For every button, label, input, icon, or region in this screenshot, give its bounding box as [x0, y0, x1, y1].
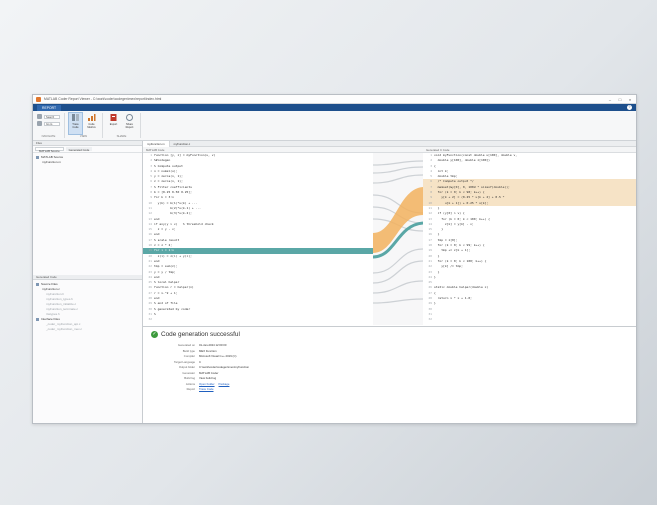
code-text: z(i) = z(i) + y(i);: [154, 253, 192, 258]
c-pane-title: Generated C Code: [426, 147, 450, 152]
app-icon: [36, 96, 41, 102]
matlab-code-pane[interactable]: 1 function [y, z] = myFunction(u, v) 2 %#co…: [143, 153, 373, 325]
share-icon: [125, 113, 134, 122]
trace-code-button[interactable]: Trace Code: [68, 112, 83, 135]
success-check-icon: ✓: [151, 331, 158, 338]
report-title: Code generation successful: [161, 331, 240, 338]
export-button[interactable]: Export: [107, 113, 120, 134]
help-icon[interactable]: ?: [627, 105, 632, 110]
code-text: u[k + 1]) + 0.25 * u[k];: [434, 200, 489, 205]
window-title: MATLAB Coder Report Viewer - C:\work\cod…: [44, 97, 162, 101]
report-key: Output folder: [178, 365, 195, 369]
goto-input[interactable]: Go to: [44, 121, 60, 126]
code-text: }: [434, 274, 436, 279]
code-text: % generated by coder: [154, 306, 191, 311]
tree-item-file[interactable]: _coder_myFunction_mex.c: [36, 327, 139, 332]
report-summary: ✓ Code generation successful Generated o…: [143, 326, 636, 423]
tab-generated-code[interactable]: Generated Code: [65, 147, 93, 152]
left-tab-strip: MATLAB Source Generated Code: [33, 146, 142, 153]
close-icon[interactable]: ×: [627, 97, 633, 102]
share-group: Export Share Report SHARE: [107, 113, 141, 138]
share-report-button[interactable]: Share Report: [123, 113, 136, 134]
report-value: Microsoft Visual C++ 2019 (C): [199, 354, 237, 358]
report-key: Target Language: [174, 359, 195, 364]
code-text: return x * x + 1.0;: [434, 296, 472, 301]
export-icon: [109, 113, 118, 122]
generated-tree: Source Files myFunction.c myFunction.h m…: [33, 280, 142, 334]
title-bar: MATLAB Coder Report Viewer - C:\work\cod…: [33, 95, 636, 104]
navigate-group: Search Go to NAVIGATE: [37, 113, 65, 138]
report-value: MEX Function: [199, 348, 217, 353]
tab-matlab-file[interactable]: myFunction.m: [143, 140, 170, 147]
report-value: Trace Code: [199, 387, 628, 391]
generated-files-section: Generated Code Source Files myFunction.c…: [33, 275, 142, 334]
report-value: View build log: [199, 376, 217, 380]
metrics-icon: [87, 113, 96, 122]
report-value: MATLAB Coder: [199, 370, 219, 375]
code-text: }: [434, 301, 436, 306]
window-controls: – □ ×: [607, 97, 633, 102]
group-label-view: VIEW: [79, 134, 88, 138]
folder-icon: [36, 156, 39, 159]
group-label-share: SHARE: [116, 134, 127, 138]
minimize-icon[interactable]: –: [607, 97, 613, 102]
report-details: Generated on 01-Jan-2024 12:00:00 Build ty…: [151, 343, 628, 391]
code-text: double y[100], double z[100]): [434, 158, 490, 163]
goto-icon: [37, 121, 42, 126]
line-number: 32: [148, 317, 152, 322]
report-value: Open Folder Package: [199, 382, 628, 386]
report-key: Actions: [185, 381, 195, 386]
code-text: b(3)*u(k-2);: [154, 211, 192, 216]
report-key: Compiler: [183, 354, 195, 358]
report-link[interactable]: Open Folder: [199, 382, 215, 386]
app-window: MATLAB Coder Report Viewer - C:\work\cod…: [32, 94, 637, 424]
report-title-row: ✓ Code generation successful: [151, 331, 628, 338]
report-key: Build log: [184, 376, 195, 380]
trace-icon: [71, 113, 80, 122]
folder-icon: [36, 318, 39, 321]
code-line[interactable]: 32: [143, 317, 373, 322]
report-key: Report: [186, 387, 195, 391]
search-icon: [37, 114, 42, 119]
ribbon-tab-bar: REPORT ?: [33, 104, 636, 111]
code-text: %: [154, 311, 158, 316]
maximize-icon[interactable]: □: [617, 97, 623, 102]
tab-c-file[interactable]: myFunction.c: [170, 141, 195, 147]
line-number: 32: [428, 317, 432, 322]
tree-item-file[interactable]: myFunction.m: [36, 160, 139, 165]
c-code-pane[interactable]: 1 void myFunction(const double u[100], do…: [423, 153, 636, 325]
report-key: Generator: [182, 370, 195, 375]
report-value: C: [199, 359, 202, 364]
report-link[interactable]: Package: [219, 382, 230, 386]
report-key: Generated on: [177, 343, 195, 347]
trace-ribbon: [372, 153, 424, 325]
search-input[interactable]: Search: [44, 114, 60, 119]
report-value: 01-Jan-2024 12:00:00: [199, 343, 227, 347]
code-line[interactable]: 32: [423, 317, 636, 322]
group-label-navigate: NAVIGATE: [41, 134, 56, 138]
report-link[interactable]: Trace Code: [199, 387, 214, 391]
toolstrip: Search Go to NAVIGATE Trace Code Code Me…: [33, 111, 636, 141]
report-key: Build type: [182, 348, 195, 353]
trace-links-graphic: [372, 160, 424, 304]
view-group: Trace Code Code Metrics VIEW: [68, 112, 103, 138]
tab-matlab-source[interactable]: MATLAB Source: [35, 147, 64, 153]
code-text: static double helper(double x): [434, 285, 489, 290]
matlab-pane-title: MATLAB Code: [146, 147, 165, 152]
tab-report[interactable]: REPORT: [37, 104, 62, 111]
folder-icon: [36, 283, 39, 286]
source-tree: MATLAB Source myFunction.m: [33, 153, 142, 167]
left-panel: Files MATLAB Source Generated Code MATLA…: [33, 141, 143, 423]
code-metrics-button[interactable]: Code Metrics: [85, 113, 98, 134]
report-value: C:\work\coder\codegen\mex\myFunction: [199, 365, 250, 369]
